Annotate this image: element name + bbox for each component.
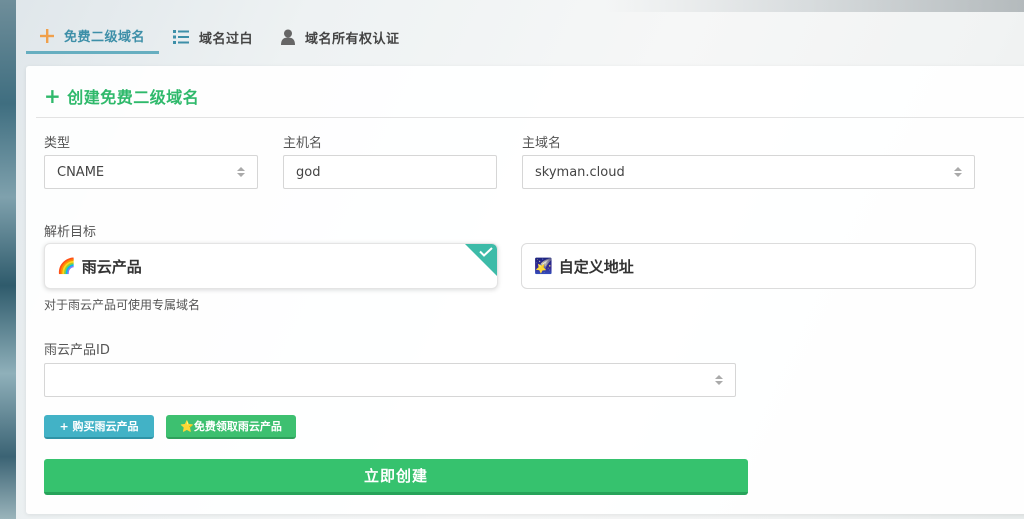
host-label: 主机名 [283, 136, 323, 151]
type-label: 类型 [44, 136, 71, 151]
card-title-text: 创建免费二级域名 [67, 88, 200, 107]
tab-domain-ownership[interactable]: 域名所有权认证 [267, 20, 414, 54]
create-subdomain-card: + 创建免费二级域名 类型 CNAME 主机名 god 主域名 skyman.c… [26, 66, 1024, 514]
select-arrows-icon [715, 375, 723, 385]
user-icon [281, 29, 296, 45]
domain-select[interactable]: skyman.cloud [522, 155, 975, 189]
product-id-select[interactable] [44, 363, 736, 397]
shooting-star-icon: 🌠 [534, 257, 553, 275]
domain-label: 主域名 [522, 136, 562, 151]
tab-label: 域名所有权认证 [305, 31, 400, 47]
product-id-label: 雨云产品ID [44, 343, 110, 358]
tab-bar: 免费二级域名 域名过白 域名所有权认证 [26, 20, 414, 54]
plus-icon: + [44, 84, 62, 108]
type-select[interactable]: CNAME [44, 155, 258, 189]
list-icon [173, 30, 190, 44]
select-arrows-icon [954, 167, 962, 177]
host-input-value: god [296, 164, 321, 180]
target-option-label: 自定义地址 [558, 257, 634, 276]
tab-label: 域名过白 [199, 31, 254, 47]
target-option-custom-address[interactable]: 🌠 自定义地址 [521, 243, 976, 289]
card-title: + 创建免费二级域名 [44, 84, 199, 108]
target-hint: 对于雨云产品可使用专属域名 [44, 298, 201, 312]
target-option-label: 雨云产品 [81, 257, 142, 276]
target-option-rainyun-product[interactable]: 🌈 雨云产品 [44, 243, 498, 289]
domain-select-value: skyman.cloud [535, 164, 625, 180]
checkmark-icon [479, 247, 493, 257]
plus-icon [40, 28, 54, 43]
target-label: 解析目标 [44, 225, 97, 240]
rainbow-icon: 🌈 [57, 257, 76, 275]
divider [36, 117, 1024, 118]
tab-free-subdomain[interactable]: 免费二级域名 [26, 20, 160, 54]
type-select-value: CNAME [57, 164, 105, 180]
tab-label: 免费二级域名 [64, 30, 146, 45]
buy-product-button[interactable]: + 购买雨云产品 [44, 415, 154, 439]
tab-domain-whitelist[interactable]: 域名过白 [159, 20, 267, 54]
host-input[interactable]: god [283, 155, 497, 189]
background-scenery [0, 0, 16, 519]
select-arrows-icon [237, 167, 245, 177]
free-product-button[interactable]: ⭐免费领取雨云产品 [166, 415, 296, 439]
create-button[interactable]: 立即创建 [44, 459, 748, 495]
background-scenery-top [604, 0, 1024, 12]
